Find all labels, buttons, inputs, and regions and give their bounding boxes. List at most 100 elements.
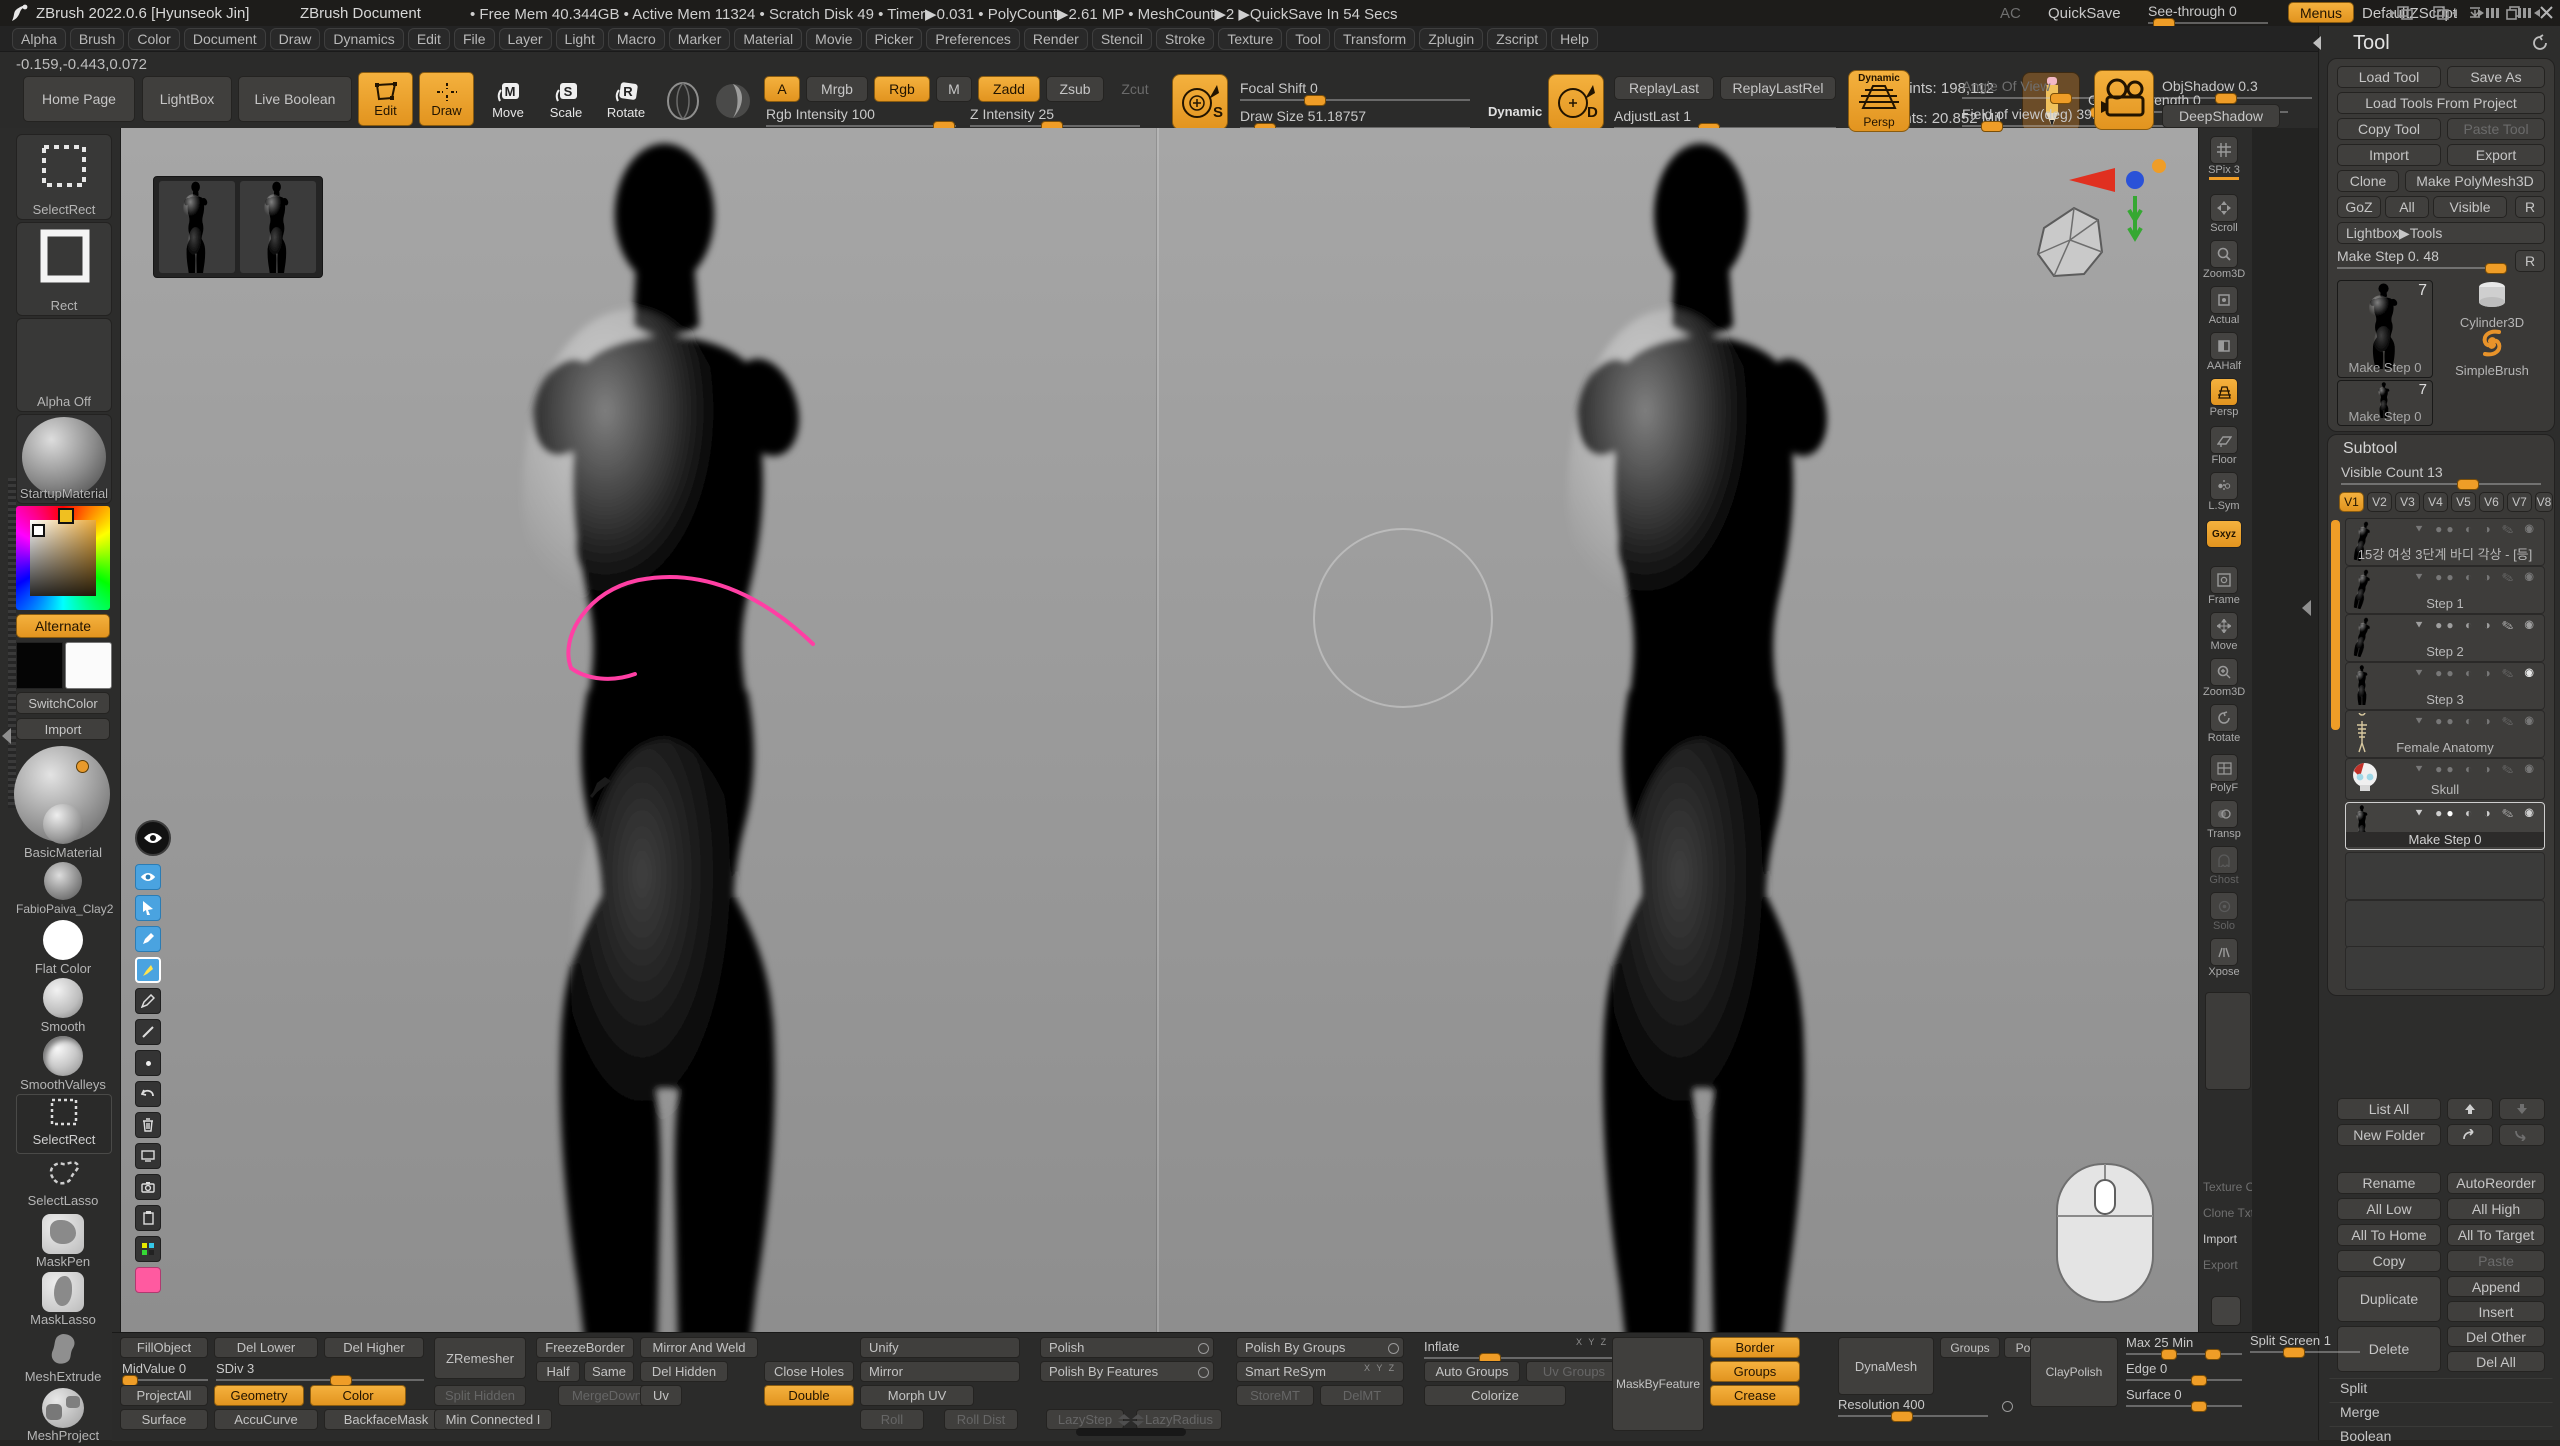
menu-tool[interactable]: Tool xyxy=(1286,28,1330,50)
strip-bottom-icon[interactable] xyxy=(2211,1296,2241,1326)
del-lower-button[interactable]: Del Lower xyxy=(214,1337,318,1358)
annotation-show-icon[interactable] xyxy=(135,864,161,890)
menu-help[interactable]: Help xyxy=(1551,28,1598,50)
replay-last-button[interactable]: ReplayLast xyxy=(1614,76,1714,100)
roll-dist-button[interactable]: Roll Dist xyxy=(944,1409,1018,1430)
make-step-slider[interactable]: Make Step 0. 48 xyxy=(2337,248,2505,269)
tool-reset-icon[interactable] xyxy=(2531,34,2549,52)
lazy-radius-button[interactable]: LazyRadius xyxy=(1136,1409,1222,1430)
scale-button[interactable]: S Scale xyxy=(540,74,592,126)
clay-polish-button[interactable]: ClayPolish xyxy=(2030,1337,2118,1407)
annotation-clipboard-icon[interactable] xyxy=(135,1205,161,1231)
menu-file[interactable]: File xyxy=(454,28,495,50)
annotation-line-icon[interactable] xyxy=(135,1019,161,1045)
strip-polyf[interactable]: PolyF xyxy=(2203,754,2245,794)
minimize-icon[interactable] xyxy=(2468,7,2482,19)
make-polymesh3d-button[interactable]: Make PolyMesh3D xyxy=(2405,170,2545,192)
polyframe-head-icon[interactable] xyxy=(2026,190,2116,290)
subtool-empty-row-1[interactable] xyxy=(2345,852,2545,900)
annotation-eye-badge[interactable] xyxy=(135,820,171,856)
stroke-type-button[interactable]: S xyxy=(1172,74,1228,130)
current-material[interactable]: StartupMaterial xyxy=(16,414,112,504)
lightbox-button[interactable]: LightBox xyxy=(142,76,232,122)
strip-solo[interactable]: Solo xyxy=(2203,892,2245,932)
ac-toggle[interactable]: AC xyxy=(2000,5,2021,22)
menu-color[interactable]: Color xyxy=(128,28,179,50)
brush-selectlasso[interactable]: SelectLasso xyxy=(16,1156,110,1212)
sculpt-colored-figure[interactable] xyxy=(473,136,865,1332)
annotation-toolbar[interactable] xyxy=(135,820,165,1298)
alpha-selector[interactable]: Rect xyxy=(16,222,112,316)
move-button[interactable]: M Move xyxy=(482,74,534,126)
palette-collapse-icon[interactable] xyxy=(2313,36,2321,50)
strip-lsym[interactable]: L.Sym xyxy=(2203,472,2245,512)
double-button[interactable]: Double xyxy=(764,1385,854,1406)
stroke-selector[interactable]: SelectRect xyxy=(16,134,112,220)
mirror-and-weld-button[interactable]: Mirror And Weld xyxy=(640,1337,758,1358)
new-folder-button[interactable]: New Folder xyxy=(2337,1124,2441,1146)
brush-selectrect[interactable]: SelectRect xyxy=(16,1094,112,1154)
replay-last-rel-button[interactable]: ReplayLastRel xyxy=(1720,76,1836,100)
same-button[interactable]: Same xyxy=(584,1361,634,1382)
a-button[interactable]: A xyxy=(764,76,800,102)
lightbox-tools-button[interactable]: Lightbox▶Tools xyxy=(2337,222,2545,244)
adjust-last-slider[interactable]: AdjustLast 1 xyxy=(1614,108,1836,129)
menu-render[interactable]: Render xyxy=(1024,28,1088,50)
canvas-hscrollbar[interactable] xyxy=(1076,1428,1186,1436)
menu-transform[interactable]: Transform xyxy=(1334,28,1415,50)
insert-button[interactable]: Insert xyxy=(2447,1301,2545,1322)
window-layout-icons[interactable] xyxy=(2390,5,2466,21)
polish-toggle-ring[interactable] xyxy=(1198,1343,1209,1354)
obj-shadow-slider[interactable]: ObjShadow 0.3 xyxy=(2162,78,2312,99)
annotation-pen-icon[interactable] xyxy=(135,926,161,952)
morph-uv-button[interactable]: Morph UV xyxy=(860,1385,974,1406)
strip-scroll[interactable]: Scroll xyxy=(2203,194,2245,234)
del-mt-button[interactable]: DelMT xyxy=(1320,1385,1404,1406)
annotation-screen-icon[interactable] xyxy=(135,1143,161,1169)
save-as-button[interactable]: Save As xyxy=(2447,66,2545,88)
material-smooth[interactable]: Smooth xyxy=(16,978,110,1034)
subtool-row-icons[interactable]: ⯆ ●● ◐ ◑ ✎ ◉ xyxy=(2414,618,2538,633)
zadd-button[interactable]: Zadd xyxy=(978,76,1040,102)
draw-size-slider[interactable]: Draw Size 51.18757 xyxy=(1240,108,1470,129)
live-boolean-button[interactable]: Live Boolean xyxy=(238,76,352,122)
list-all-button[interactable]: List All xyxy=(2337,1098,2441,1120)
vtab-v1[interactable]: V1 xyxy=(2339,492,2364,512)
dynamesh-button[interactable]: DynaMesh xyxy=(1838,1337,1934,1395)
sdiv-slider[interactable]: SDiv 3 xyxy=(216,1361,424,1381)
spix-slider[interactable]: SPix 3 xyxy=(2203,136,2245,181)
m-button[interactable]: M xyxy=(936,76,972,102)
annotation-palette-icon[interactable] xyxy=(135,1236,161,1262)
menu-alpha[interactable]: Alpha xyxy=(12,28,66,50)
draw-button[interactable]: Draw xyxy=(419,72,474,126)
all-to-home-button[interactable]: All To Home xyxy=(2337,1224,2441,1246)
strip-xpose[interactable]: Xpose xyxy=(2203,938,2245,978)
split-section-header[interactable]: Split xyxy=(2329,1378,2553,1398)
sv-cursor[interactable] xyxy=(32,524,45,537)
cylinder3d-tool[interactable]: Cylinder3D xyxy=(2439,280,2545,326)
polish-by-features-button[interactable]: Polish By Features xyxy=(1040,1361,1214,1382)
project-all-button[interactable]: ProjectAll xyxy=(120,1385,208,1406)
material-flatcolor[interactable]: Flat Color xyxy=(16,920,110,976)
z-intensity-slider[interactable]: Z Intensity 25 xyxy=(970,106,1140,127)
menu-light[interactable]: Light xyxy=(556,28,604,50)
zcut-button[interactable]: Zcut xyxy=(1110,76,1160,102)
brush-meshproject[interactable]: MeshProject xyxy=(16,1388,110,1444)
subtool-empty-row-3[interactable] xyxy=(2345,946,2545,990)
clone-txtr-button[interactable]: Clone Txtr xyxy=(2203,1206,2258,1220)
rotate-button[interactable]: R Rotate xyxy=(598,74,654,126)
paste-tool-button[interactable]: Paste Tool xyxy=(2447,118,2545,140)
main-color-swatch[interactable] xyxy=(16,642,63,689)
polish-groups-toggle-ring[interactable] xyxy=(1388,1343,1399,1354)
annotation-dot-icon[interactable] xyxy=(135,1050,161,1076)
shelf-collapse-arrow[interactable] xyxy=(2,728,11,744)
alpha-off-slot[interactable]: Alpha Off xyxy=(16,318,112,412)
surface-button[interactable]: Surface xyxy=(120,1409,208,1430)
vtab-v8[interactable]: V8 xyxy=(2535,492,2553,512)
split-hidden-button[interactable]: Split Hidden xyxy=(434,1385,526,1406)
material-smoothvalleys[interactable]: SmoothValleys xyxy=(16,1036,110,1092)
strip-actual[interactable]: Actual xyxy=(2203,286,2245,326)
quicksave-button[interactable]: QuickSave xyxy=(2048,5,2121,22)
rename-button[interactable]: Rename xyxy=(2337,1172,2441,1194)
menus-button[interactable]: Menus xyxy=(2288,2,2354,23)
